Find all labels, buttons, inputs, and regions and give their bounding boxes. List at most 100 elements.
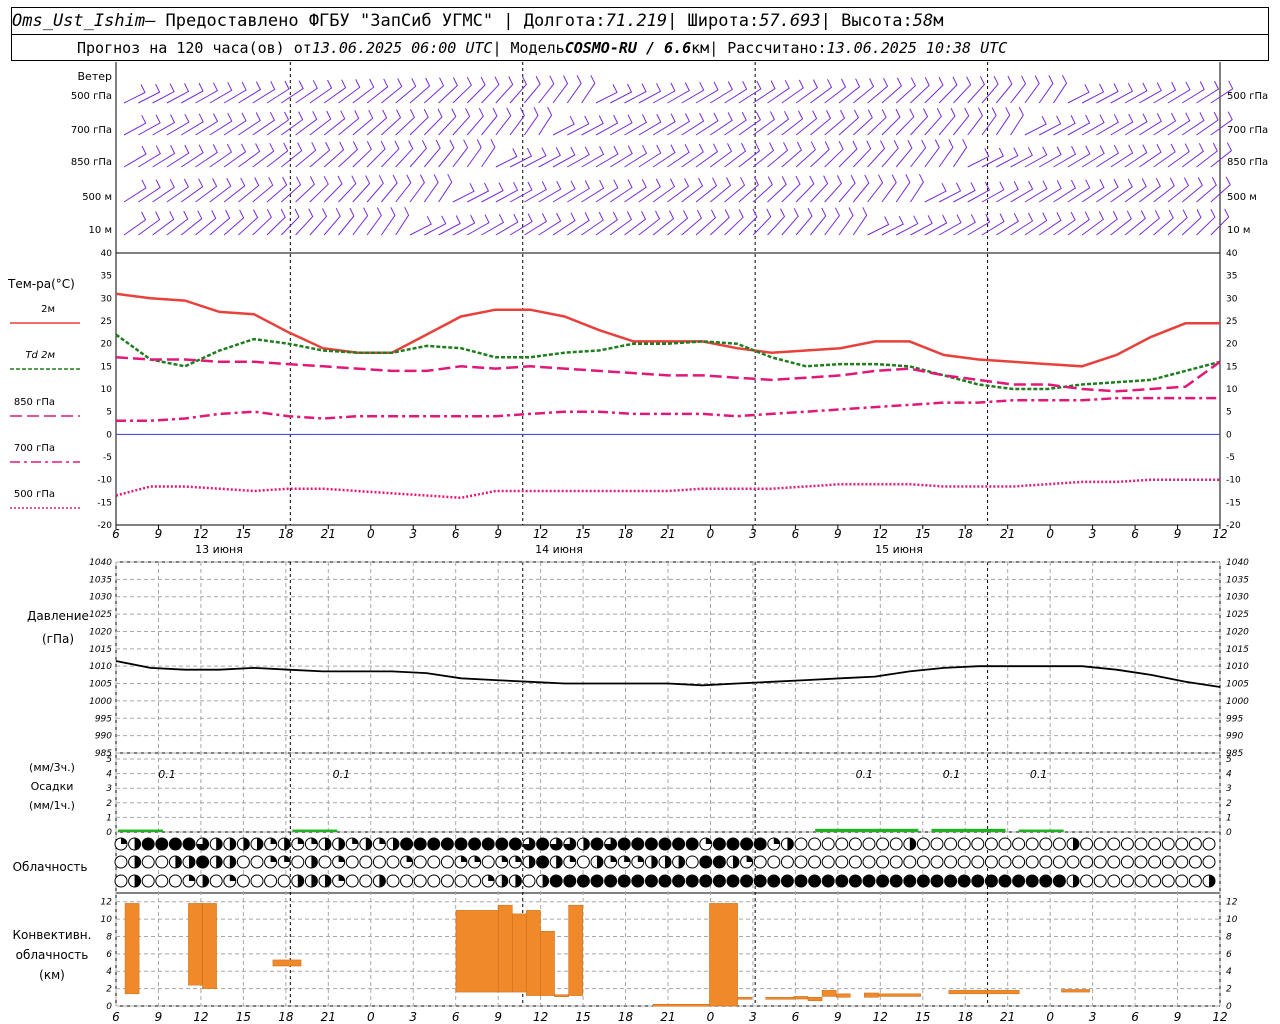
cloud-symbol [495,837,509,851]
wind-barb [738,142,761,168]
cloud-circle [168,874,182,888]
cloud-symbol [440,874,454,888]
temp-legend-label: 700 гПа [14,443,55,454]
wind-barb [938,107,956,136]
wind-barb [295,208,314,236]
conv-ylabel: (км) [39,968,65,982]
cloud-symbol [141,874,155,888]
precip-bar [1018,829,1064,832]
cloud-symbol [114,837,128,851]
cloud-circle [1012,837,1026,851]
cloud-symbol [114,874,128,888]
wind-barb [1096,83,1119,104]
wind-barb [867,77,889,104]
cloud-symbol [454,837,468,851]
cloud-quarter [297,838,304,844]
cloud-symbol [536,855,550,869]
cloud-circle [794,874,808,888]
wind-barb [924,108,942,136]
wind-barb [1138,177,1161,203]
cloud-quarter [379,838,386,844]
wind-barb [209,177,232,203]
wind-barb [752,142,775,168]
cloud-circle [658,837,672,851]
wind-barb [380,207,396,236]
cloud-circle [699,874,713,888]
cloud-symbol [345,855,359,869]
cloud-symbol [1161,855,1175,869]
cloud-circle [821,855,835,869]
cloud-symbol [658,837,672,851]
wind-barb [838,207,854,236]
wind-barb [981,107,997,136]
wind-barb [395,140,414,168]
meteogram: Ветер 500 гПа 500 гПа 700 гПа 700 гПа 850 гПа… [7,62,1268,1024]
wind-barb [138,83,161,104]
cloud-circle [250,855,264,869]
cloud-symbol [250,855,264,869]
wind-level-label: 500 гПа [71,91,112,102]
cloud-circle [1175,855,1189,869]
cloud-symbol [916,855,930,869]
cloud-symbol [604,837,618,851]
cloud-circle [848,874,862,888]
wind-barb [452,139,469,168]
wind-barb [366,78,389,104]
time-tick-label: 18 [278,527,294,541]
cloud-half [1209,875,1215,887]
time-tick-label-bottom: 9 [1174,1010,1182,1024]
wind-barb [481,76,500,104]
cloud-circle [712,855,726,869]
cloud-symbol [848,855,862,869]
conv-ytick-left: 10 [101,915,113,925]
wind-barb [309,208,328,236]
cloud-symbol [372,855,386,869]
wind-barb [509,76,527,104]
cloud-symbol [236,837,250,851]
precip-ytick-left: 1 [106,813,112,823]
cloud-symbol [400,837,414,851]
cloud-circle [726,874,740,888]
cloud-half [379,875,386,887]
wind-barb [638,210,661,236]
cloud-symbol [631,855,645,869]
temp-ytick-right: 30 [1226,294,1238,304]
cloud-circle [699,855,713,869]
wind-barb [609,83,633,104]
cloud-circle [1188,855,1202,869]
temp-legend-label: 850 гПа [14,397,55,408]
wind-barb [624,210,647,236]
wind-barb [495,107,512,136]
cloud-symbol [631,837,645,851]
wind-barb [667,210,689,236]
wind-barb [280,142,303,168]
wind-barb [895,108,915,136]
cloud-symbol [1148,874,1162,888]
precip-ytick-left: 2 [106,799,112,809]
pressure-ytick-right: 1010 [1226,662,1249,672]
conv-bar [709,903,738,1007]
wind-barb [738,208,758,236]
cloud-half [297,875,304,887]
cloud-circle [1093,837,1107,851]
cloud-symbol [209,855,223,869]
cloud-symbol [658,874,672,888]
cloud-symbol [835,855,849,869]
cloud-symbol [549,855,563,869]
precip-title: Осадки [31,780,74,793]
wind-barb [852,140,872,168]
cloud-symbol [1039,855,1053,869]
conv-bar [652,1004,710,1007]
cloud-symbol [332,874,346,888]
cloud-symbol [685,837,699,851]
wind-barb [1196,142,1218,168]
cloud-symbol [413,837,427,851]
cloud-symbol [998,855,1012,869]
pressure-ytick-right: 1000 [1226,697,1249,707]
cloud-symbol [726,837,740,851]
wind-barb [667,178,690,203]
cloud-symbol [264,874,278,888]
cloud-symbol [1120,855,1134,869]
time-tick-label: 6 [452,527,460,541]
time-tick-label: 21 [660,527,675,541]
